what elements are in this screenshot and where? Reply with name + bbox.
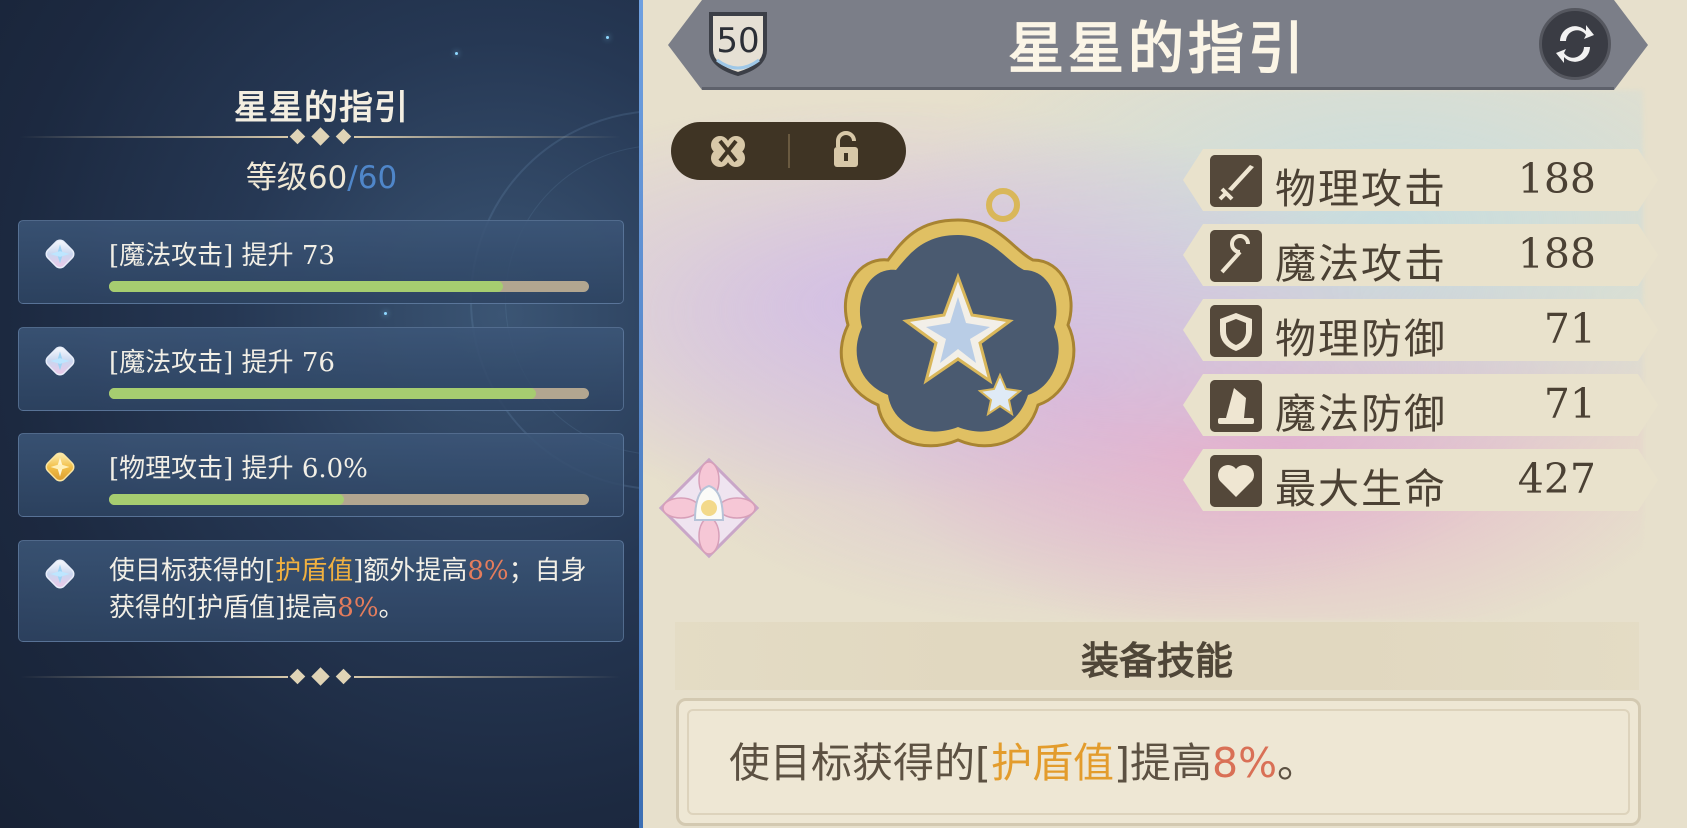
level-max: 60 bbox=[357, 160, 398, 196]
shield-icon bbox=[1210, 305, 1262, 357]
level-badge-number: 50 bbox=[716, 21, 760, 61]
substat-card: [魔法攻击] 提升 73 bbox=[18, 220, 624, 304]
skill-description-box: 使目标获得的[护盾值]提高8%。 bbox=[676, 698, 1641, 826]
percent-value: 8% bbox=[1212, 739, 1278, 787]
silver-gem-icon bbox=[45, 559, 75, 589]
substat-card: [魔法攻击] 提升 76 bbox=[18, 327, 624, 411]
stat-value: 188 bbox=[1517, 155, 1596, 203]
stat-value: 188 bbox=[1517, 230, 1596, 278]
skill-header-label: 装备技能 bbox=[1080, 639, 1233, 683]
unlock-icon[interactable] bbox=[823, 131, 869, 171]
skill-description: 使目标获得的[护盾值]提高8%。 bbox=[729, 739, 1319, 787]
progress-fill bbox=[109, 281, 503, 292]
discard-icon[interactable] bbox=[705, 131, 751, 171]
bottom-divider bbox=[20, 667, 620, 686]
level-label: 等级 bbox=[245, 160, 308, 196]
set-effect-card: 使目标获得的[护盾值]额外提高8%；自身获得的[护盾值]提高8%。 bbox=[18, 540, 624, 642]
progress-fill bbox=[109, 494, 345, 505]
set-emblem-icon bbox=[658, 457, 760, 559]
swap-equipment-button[interactable] bbox=[1539, 8, 1611, 80]
level-display: 等级60/60 bbox=[0, 152, 643, 197]
stat-row-physical-defense: 物理防御 71 bbox=[1183, 299, 1658, 363]
percent-value: 8% bbox=[467, 556, 509, 586]
progress-fill bbox=[109, 388, 537, 399]
substat-card: [物理攻击] 提升 6.0% bbox=[18, 433, 624, 517]
equipment-title: 星星的指引 bbox=[1008, 17, 1308, 82]
title-divider bbox=[20, 127, 620, 146]
substat-text: [物理攻击] 提升 6.0% bbox=[109, 454, 368, 484]
stat-value: 71 bbox=[1543, 380, 1596, 428]
left-detail-panel: 星星的指引 等级60/60 [魔法攻击] 提升 73 [魔法攻击] 提升 76 … bbox=[0, 0, 643, 828]
keyword-shield: 护盾值 bbox=[991, 739, 1114, 787]
heart-icon bbox=[1210, 455, 1262, 507]
percent-value: 8% bbox=[337, 593, 379, 623]
pill-separator bbox=[788, 134, 790, 168]
keyword-shield: 护盾值 bbox=[275, 556, 354, 586]
stat-row-max-hp: 最大生命 427 bbox=[1183, 449, 1658, 513]
stat-name: 魔法防御 bbox=[1275, 390, 1447, 438]
substat-text: [魔法攻击] 提升 73 bbox=[109, 241, 335, 271]
item-name-title: 星星的指引 bbox=[234, 88, 409, 128]
swap-icon bbox=[1556, 25, 1594, 63]
stat-name: 物理攻击 bbox=[1275, 165, 1447, 213]
equipment-detail-screen: 星星的指引 等级60/60 [魔法攻击] 提升 73 [魔法攻击] 提升 76 … bbox=[0, 0, 1687, 828]
substat-text: [魔法攻击] 提升 76 bbox=[109, 348, 335, 378]
staff-icon bbox=[1210, 230, 1262, 282]
star-pendant-icon bbox=[839, 188, 1076, 448]
stat-value: 71 bbox=[1543, 305, 1596, 353]
lock-controls bbox=[671, 122, 906, 180]
gold-gem-icon bbox=[45, 452, 75, 482]
sword-icon bbox=[1210, 155, 1262, 207]
stat-row-physical-attack: 物理攻击 188 bbox=[1183, 149, 1658, 213]
stat-name: 物理防御 bbox=[1275, 315, 1447, 363]
stat-name: 最大生命 bbox=[1275, 465, 1447, 513]
level-current: 60 bbox=[307, 160, 348, 196]
stat-row-magic-attack: 魔法攻击 188 bbox=[1183, 224, 1658, 288]
skill-section-header: 装备技能 bbox=[675, 622, 1639, 690]
stat-value: 427 bbox=[1517, 455, 1596, 503]
silver-gem-icon bbox=[45, 346, 75, 376]
level-badge: 50 bbox=[705, 8, 771, 78]
sparkle bbox=[606, 36, 609, 39]
silver-gem-icon bbox=[45, 239, 75, 269]
stat-name: 魔法攻击 bbox=[1275, 240, 1447, 288]
level-separator: / bbox=[347, 160, 358, 196]
sparkle bbox=[384, 312, 387, 315]
right-equipment-panel: 星星的指引 50 物理攻击 188 魔法攻击 188 物理防御 71 魔法防御 … bbox=[643, 0, 1687, 828]
wizard-hat-icon bbox=[1210, 380, 1262, 432]
substat-progress-bar bbox=[109, 388, 589, 399]
substat-progress-bar bbox=[109, 494, 589, 505]
effect-description: 使目标获得的[护盾值]额外提高8%；自身获得的[护盾值]提高8%。 bbox=[109, 556, 587, 623]
stat-row-magic-defense: 魔法防御 71 bbox=[1183, 374, 1658, 438]
sparkle bbox=[455, 52, 458, 55]
substat-progress-bar bbox=[109, 281, 589, 292]
